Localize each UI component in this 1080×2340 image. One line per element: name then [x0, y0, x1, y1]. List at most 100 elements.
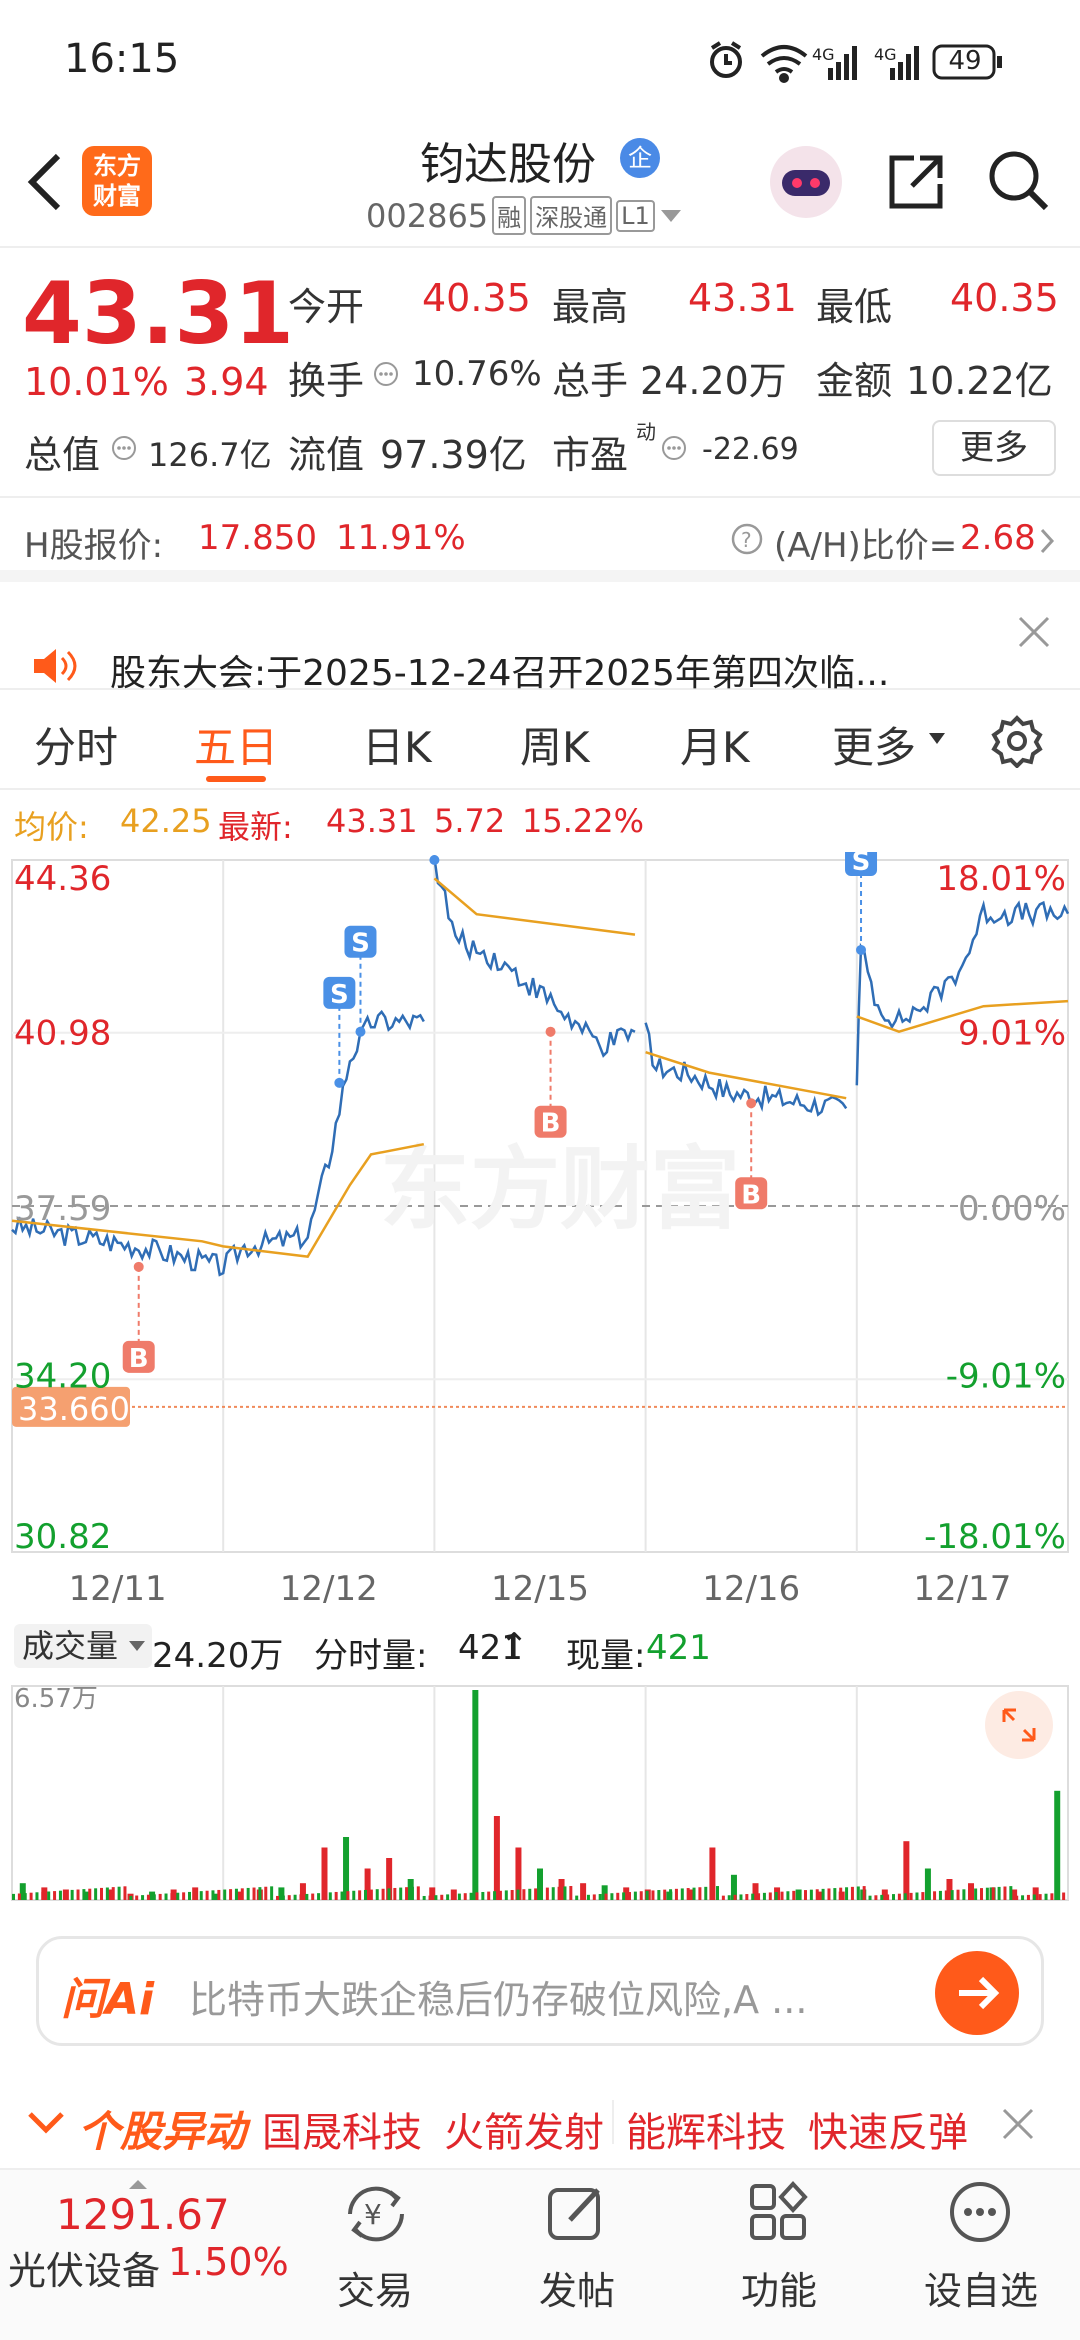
volume-bar — [434, 1895, 438, 1900]
trade-point — [429, 855, 440, 865]
tab-intraday[interactable]: 分时 — [34, 714, 118, 775]
volume-bar — [680, 1888, 684, 1900]
volume-max-label: 6.57万 — [14, 1684, 98, 1714]
volume-bar — [768, 1892, 772, 1900]
trade-marker-label: S — [330, 980, 349, 1010]
expand-icon[interactable] — [984, 1690, 1054, 1760]
tab-daily-k[interactable]: 日K — [362, 714, 432, 775]
sector-index-value[interactable]: 1291.67 — [56, 2190, 230, 2239]
volume-bar — [211, 1890, 215, 1900]
volume-bar — [94, 1888, 98, 1900]
volume-bar — [428, 1895, 432, 1900]
more-button[interactable]: 更多 — [932, 420, 1056, 476]
chevron-right-icon — [1040, 528, 1055, 554]
ah-ratio-label: (A/H)比价= — [774, 526, 958, 566]
date-axis-label: 12/11 — [69, 1569, 167, 1609]
current-volume-label: 现量: — [566, 1636, 646, 1676]
share-icon[interactable] — [884, 150, 948, 214]
info-icon[interactable] — [110, 434, 138, 462]
volume-bar — [581, 1895, 585, 1900]
tab-monthly-k[interactable]: 月K — [680, 714, 750, 775]
market-cap-value: 126.7亿 — [148, 436, 272, 474]
robot-assistant-icon[interactable] — [766, 142, 846, 222]
stock-code-row[interactable]: 002865 融 深股通 L1 — [366, 196, 683, 235]
ticker-item[interactable]: 能辉科技 — [626, 2100, 786, 2158]
trade-icon[interactable]: ¥ — [340, 2178, 412, 2250]
stock-code: 002865 — [366, 196, 489, 235]
volume-bar — [985, 1887, 989, 1900]
close-icon[interactable] — [1016, 614, 1052, 650]
volume-bar — [82, 1889, 86, 1900]
date-axis-label: 12/17 — [913, 1569, 1011, 1609]
post-button[interactable]: 发帖 — [522, 2260, 632, 2315]
volume-bar — [798, 1890, 802, 1900]
volume-bar — [141, 1895, 145, 1900]
volume-bar — [1050, 1893, 1054, 1900]
volume-selector[interactable]: 成交量 — [14, 1624, 153, 1668]
volume-bar — [827, 1888, 831, 1900]
volume-bar — [962, 1889, 966, 1900]
tab-five-day[interactable]: 五日 — [194, 714, 278, 775]
volume-bar — [457, 1893, 461, 1900]
price-chart-svg[interactable]: 33.660东方财富SSSBBBS44.3640.9837.5930.8234.… — [0, 754, 1080, 1612]
volume-bar — [487, 1891, 491, 1900]
volume-bar — [100, 1887, 103, 1900]
price-axis-label: 30.82 — [14, 1517, 111, 1557]
caret-down-icon — [929, 733, 945, 744]
send-arrow-icon[interactable] — [935, 1951, 1019, 2035]
volume-bar — [375, 1889, 379, 1900]
volume-chart[interactable]: 6.57万 — [0, 1678, 1080, 1908]
battery-level: 49 — [948, 46, 982, 76]
pe-value: -22.69 — [702, 432, 799, 467]
enterprise-badge: 企 — [620, 138, 660, 178]
info-icon[interactable] — [660, 434, 688, 462]
volume-bar — [70, 1889, 74, 1900]
nav-bar: 东方 财富 钧达股份 企 002865 融 深股通 L1 — [0, 120, 1080, 248]
volume-bar — [117, 1886, 121, 1900]
five-day-chart[interactable]: 33.660东方财富SSSBBBS44.3640.9837.5930.8234.… — [0, 754, 1080, 1612]
volume-bar — [651, 1890, 655, 1900]
trade-button[interactable]: 交易 — [320, 2260, 430, 2315]
ticker-item[interactable]: 快速反弹 — [808, 2100, 968, 2158]
svg-text:?: ? — [741, 528, 752, 552]
volume-bar — [604, 1893, 608, 1900]
ticker-item[interactable]: 火箭发射 — [444, 2100, 604, 2158]
date-axis-label: 12/16 — [702, 1569, 800, 1609]
volume-bar — [158, 1893, 162, 1900]
add-watchlist-button[interactable]: 设自选 — [906, 2260, 1056, 2315]
close-icon[interactable] — [1000, 2106, 1036, 2142]
post-icon[interactable] — [544, 2180, 608, 2244]
function-button[interactable]: 功能 — [724, 2260, 834, 2315]
back-icon[interactable] — [22, 150, 66, 214]
h-share-row[interactable]: H股报价: 17.850 11.91% ? (A/H)比价= 2.68 — [0, 500, 1080, 582]
volume-bar — [422, 1895, 426, 1900]
volume-bar — [862, 1886, 866, 1900]
sector-name[interactable]: 光伏设备 — [8, 2240, 160, 2295]
bottom-toolbar: 1291.67 光伏设备 1.50% ¥ 交易 发帖 功能 设自选 — [0, 2168, 1080, 2340]
ah-ratio-value: 2.68 — [960, 518, 1036, 558]
function-grid-icon[interactable] — [746, 2180, 810, 2244]
tab-weekly-k[interactable]: 周K — [520, 714, 590, 775]
notice-banner[interactable]: 股东大会:于2025-12-24召开2025年第四次临... — [0, 594, 1080, 694]
app-logo[interactable]: 东方 财富 — [82, 146, 152, 216]
current-price: 43.31 — [22, 264, 295, 364]
ai-placeholder[interactable]: 比特币大跌企稳后仍存破位风险,A ... — [189, 1969, 807, 2024]
volume-bar — [897, 1893, 901, 1900]
help-icon[interactable]: ? — [730, 522, 764, 556]
volume-bar — [586, 1894, 590, 1900]
volume-bar — [340, 1891, 344, 1900]
volume-bar — [915, 1892, 919, 1900]
market-cap-label: 总值 — [24, 433, 101, 477]
stock-alert-ticker[interactable]: 个股异动 国晟科技 火箭发射 能辉科技 快速反弹 — [0, 2080, 1080, 2170]
tag-level: L1 — [616, 199, 655, 232]
search-icon[interactable] — [986, 148, 1052, 214]
tab-more[interactable]: 更多 — [832, 714, 916, 775]
settings-icon[interactable] — [990, 714, 1044, 768]
volume-bar — [1009, 1886, 1013, 1900]
watchlist-icon[interactable] — [948, 2180, 1012, 2244]
volume-bar — [927, 1891, 931, 1900]
ai-search-box[interactable]: 问Ai 比特币大跌企稳后仍存破位风险,A ... — [36, 1936, 1044, 2046]
info-icon[interactable] — [372, 360, 400, 388]
volume-bar — [868, 1895, 872, 1900]
ticker-item[interactable]: 国晟科技 — [262, 2100, 422, 2158]
